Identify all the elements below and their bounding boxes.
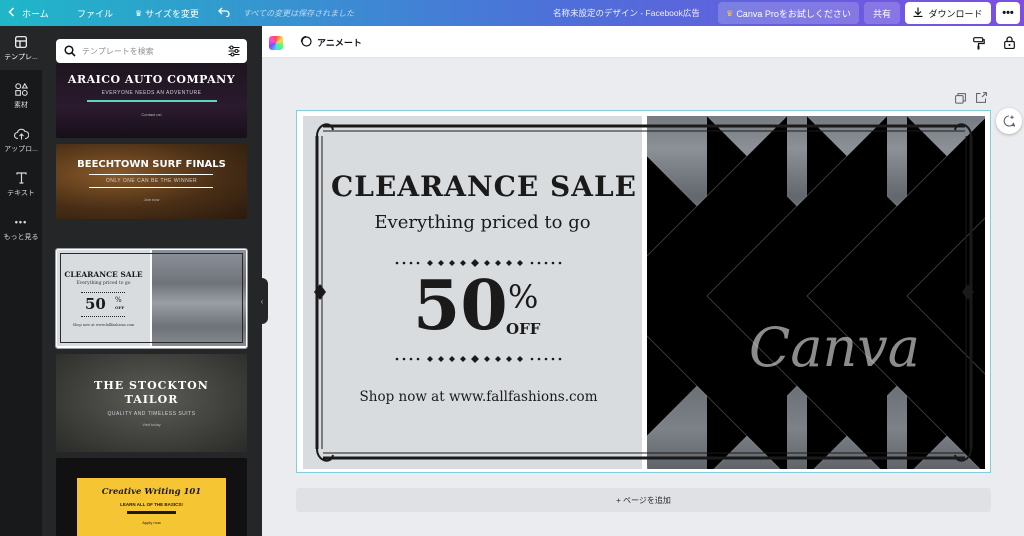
try-pro-label: Canva Proをお試しください [736, 8, 851, 19]
collapse-panel-button[interactable]: ‹ [256, 278, 268, 324]
divider [81, 316, 125, 317]
template-title: BEECHTOWN SURF FINALS [77, 159, 226, 170]
template-footer: Visit today [142, 422, 161, 427]
filter-sliders-icon[interactable] [228, 45, 240, 60]
file-menu[interactable]: ファイル [77, 0, 113, 26]
chevron-left-icon: ‹ [260, 296, 264, 306]
discount-percent[interactable]: % [508, 278, 538, 316]
home-label: ホーム [22, 8, 49, 19]
divider [87, 100, 217, 102]
template-icon [15, 35, 27, 49]
dotted-divider [395, 355, 562, 363]
share-button[interactable]: 共有 [864, 2, 900, 24]
template-thumbnail[interactable]: THE STOCKTON TAILOR QUALITY AND TIMELESS… [56, 354, 247, 452]
resize-label: サイズを変更 [145, 8, 199, 19]
lock-icon[interactable] [1004, 36, 1015, 52]
more-horizontal-icon: ••• [1002, 7, 1014, 19]
rail-item-templates[interactable]: テンプレ... [0, 26, 42, 70]
shop-url-text[interactable]: Shop now at www.fallfashions.com [303, 389, 654, 405]
rail-item-elements[interactable]: 素材 [0, 74, 42, 118]
search-icon [64, 45, 76, 60]
resize-button[interactable]: ♛ サイズを変更 [135, 0, 199, 26]
template-footer: Shop now at www.fallfashions.com [72, 323, 135, 327]
rail-label: アップロ... [4, 145, 38, 153]
chevron-left-icon [8, 7, 15, 19]
design-page: Canva CLEARANCE SALE Everything priced t… [303, 116, 985, 469]
add-page-icon[interactable] [976, 92, 987, 106]
template-subtitle: QUALITY AND TIMELESS SUITS [107, 411, 196, 417]
more-button[interactable]: ••• [996, 2, 1020, 24]
animate-icon [300, 35, 312, 49]
rail-item-text[interactable]: テキスト [0, 162, 42, 206]
rail-label: テキスト [7, 189, 35, 197]
search-input[interactable]: テンプレートを検索 [82, 46, 154, 57]
upload-cloud-icon [13, 127, 29, 141]
try-pro-button[interactable]: ♛ Canva Proをお試しください [718, 2, 859, 24]
rail-label: もっと見る [3, 233, 39, 241]
undo-button[interactable] [218, 0, 230, 26]
rail-label: テンプレ... [4, 53, 38, 61]
template-footer: Join now [143, 197, 160, 202]
template-subtitle: ONLY ONE CAN BE THE WINNER [105, 178, 198, 184]
rail-item-uploads[interactable]: アップロ... [0, 118, 42, 162]
sale-title[interactable]: CLEARANCE SALE [303, 170, 665, 203]
text-icon [15, 171, 27, 185]
template-title: ARAICO AUTO COMPANY [67, 73, 236, 86]
save-status: すべての変更は保存されました [243, 8, 355, 18]
duplicate-page-icon[interactable] [955, 93, 966, 107]
crown-icon: ♛ [135, 8, 143, 18]
home-button[interactable]: ホーム [8, 0, 49, 26]
rail-label: 素材 [14, 101, 28, 109]
template-title: THE STOCKTON TAILOR [94, 379, 209, 406]
templates-panel: テンプレートを検索 ARAICO AUTO COMPANY EVERYONE N… [42, 26, 262, 536]
divider [89, 174, 213, 175]
template-subtitle: LEARN ALL OF THE BASICS! [120, 502, 183, 507]
document-title[interactable]: 名称未設定のデザイン - Facebook広告 [553, 0, 700, 26]
template-title: CLEARANCE SALE [64, 270, 143, 279]
template-thumbnail[interactable]: Creative Writing 101 LEARN ALL OF THE BA… [56, 458, 247, 536]
template-footer: Contact us! [141, 112, 162, 117]
paint-roller-icon[interactable] [973, 37, 985, 53]
template-subtitle: Everything priced to go [76, 281, 131, 286]
template-subtitle: EVERYONE NEEDS AN ADVENTURE [101, 90, 202, 96]
template-title: Creative Writing 101 [101, 487, 202, 497]
design-canvas[interactable]: Canva CLEARANCE SALE Everything priced t… [296, 110, 991, 473]
template-search-bar[interactable]: テンプレートを検索 [56, 39, 247, 63]
animate-label: アニメート [317, 37, 362, 48]
template-thumbnail[interactable]: BEECHTOWN SURF FINALS ONLY ONE CAN BE TH… [56, 144, 247, 219]
download-label: ダウンロード [928, 8, 983, 19]
template-off: OFF [115, 305, 125, 310]
color-palette-icon[interactable] [269, 36, 283, 50]
sale-subtitle[interactable]: Everything priced to go [303, 212, 662, 233]
template-thumbnail[interactable]: ARAICO AUTO COMPANY EVERYONE NEEDS AN AD… [56, 63, 247, 138]
animate-button[interactable]: アニメート [300, 35, 362, 49]
template-thumbnail-selected[interactable]: CLEARANCE SALE Everything priced to go 5… [55, 248, 248, 349]
top-bar: ホーム ファイル ♛ サイズを変更 すべての変更は保存されました 名称未設定のデ… [0, 0, 1024, 26]
divider [127, 511, 176, 514]
editor-toolbar: アニメート [262, 26, 1024, 58]
template-footer: Apply now [142, 520, 161, 525]
template-percent: % [115, 296, 122, 304]
download-icon [913, 7, 923, 19]
more-dots-icon: ••• [14, 216, 28, 227]
decorative-frame [314, 123, 974, 462]
undo-icon [218, 7, 230, 19]
side-rail: テンプレ... 素材 アップロ... テキスト ••• もっと見る [0, 26, 42, 536]
discount-off[interactable]: OFF [506, 320, 540, 338]
comment-add-icon[interactable] [996, 108, 1022, 134]
download-button[interactable]: ダウンロード [905, 2, 991, 24]
add-page-button[interactable]: + ページを追加 [296, 488, 991, 512]
divider [89, 187, 213, 188]
crown-icon: ♛ [726, 8, 734, 18]
discount-number[interactable]: 50 [413, 266, 508, 346]
template-big-number: 50 [85, 295, 106, 313]
divider [81, 292, 125, 293]
rail-item-more[interactable]: ••• もっと見る [0, 206, 42, 250]
elements-icon [14, 83, 28, 97]
